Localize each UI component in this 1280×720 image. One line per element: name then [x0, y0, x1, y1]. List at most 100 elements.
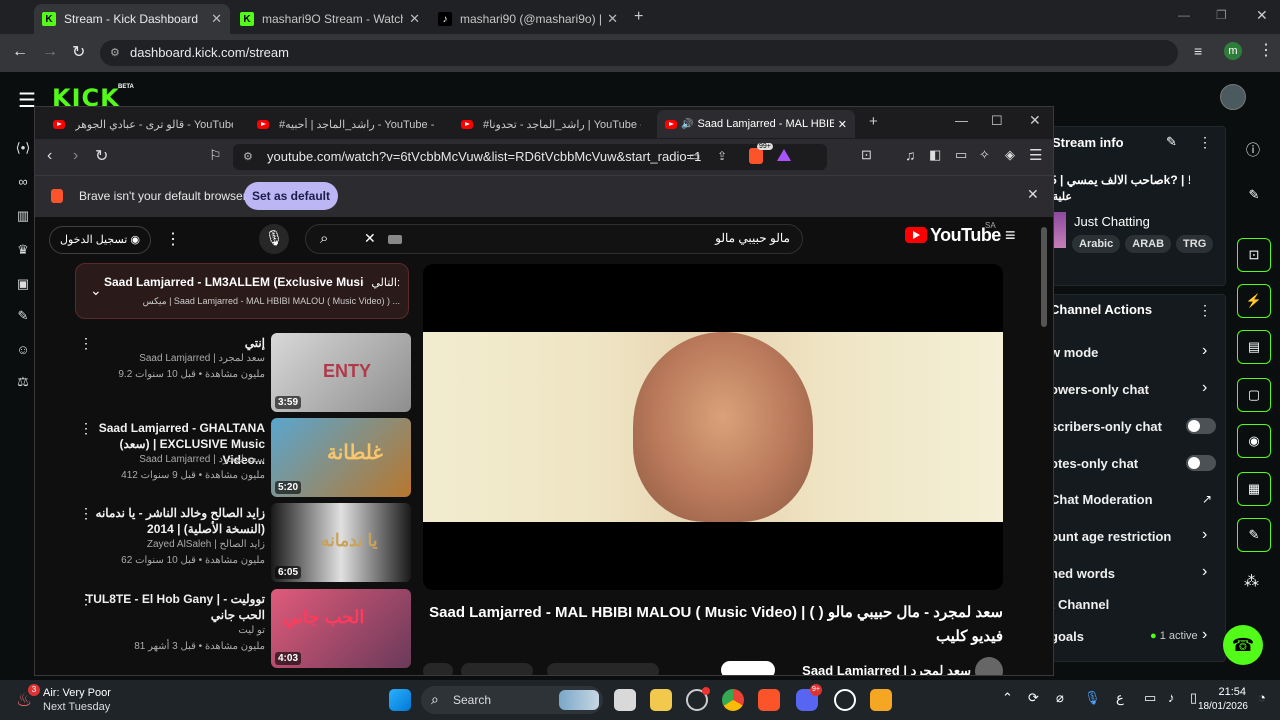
volume-icon[interactable]: ♪ — [1168, 690, 1175, 705]
close-window-button[interactable]: ✕ — [1029, 112, 1041, 129]
channel-name[interactable]: Saad Lamjarred | سعد لمجرد — [65, 353, 265, 364]
sidebar-icon[interactable]: ◧ — [929, 147, 941, 163]
reload-icon[interactable]: ↻ — [72, 42, 85, 62]
menu-icon[interactable]: ☰ — [1029, 146, 1042, 164]
chevron-right-icon[interactable]: › — [1202, 342, 1207, 360]
microphone-icon[interactable]: 🎙 — [1084, 690, 1101, 706]
maximize-button[interactable]: ☐ — [991, 113, 1003, 129]
weather-line2[interactable]: Next Tuesday — [43, 701, 110, 713]
share-icon[interactable]: ⇪ — [717, 149, 727, 163]
settings-gear-icon[interactable] — [834, 689, 856, 711]
search-box[interactable]: ⌕ ✕ مالو حبيبي مالو — [305, 224, 803, 254]
profile-avatar[interactable]: m — [1224, 42, 1242, 60]
bookmark-icon[interactable]: ⚐ — [209, 147, 222, 164]
info-icon[interactable]: ⓘ — [1246, 140, 1260, 160]
share-button[interactable] — [461, 663, 533, 675]
search-icon[interactable]: ⌕ — [320, 230, 328, 247]
close-window-button[interactable]: ✕ — [1256, 7, 1268, 24]
brave-address-bar[interactable]: ⚙ youtube.com/watch?v=6tVcbbMcVuw&list=R… — [233, 144, 827, 170]
tab-tiktok[interactable]: ♪ mashari90 (@mashari9o) | TikTo ✕ — [430, 4, 626, 34]
guide-menu-icon[interactable]: ≡ — [1005, 225, 1016, 246]
brave-tab-active[interactable]: 🔊 Saad Lamjarred - MAL HBIBI M ✕ — [657, 110, 855, 138]
file-explorer-icon[interactable] — [650, 689, 672, 711]
new-tab-button[interactable]: + — [869, 113, 878, 130]
leo-ai-icon[interactable]: ✧ — [979, 147, 990, 163]
banned-words-row[interactable]: ned words — [1050, 566, 1220, 581]
lightning-button[interactable]: ⚡ — [1237, 284, 1271, 318]
keyboard-icon[interactable] — [388, 235, 402, 244]
moderation-icon[interactable]: ⚖ — [10, 374, 36, 396]
language-indicator[interactable]: ع — [1116, 690, 1124, 706]
wrench-icon[interactable]: ✎ — [10, 308, 36, 330]
address-bar[interactable]: ⚙ dashboard.kick.com/stream — [100, 40, 1178, 66]
slow-mode-row[interactable]: w mode — [1050, 345, 1220, 360]
analytics-icon[interactable]: ▥ — [10, 208, 36, 230]
channel-name[interactable]: Zayed AlSaleh | زايد الصالح — [65, 539, 265, 550]
brave-tab[interactable]: قالو ترى - عبادي الجوهر - YouTube — [45, 110, 241, 138]
related-video[interactable]: ⋮ إنتي Saad Lamjarred | سعد لمجرد 9.2 مل… — [75, 333, 411, 413]
related-video[interactable]: ⋮ TUL8TE - El Hob Gany | - تووليت الحب ج… — [75, 589, 411, 669]
video-title[interactable]: زايد الصالح وخالد الناشر - يا ندمانه (ال… — [75, 505, 265, 537]
chevron-right-icon[interactable]: › — [1202, 526, 1207, 544]
more-icon[interactable]: ⋮ — [165, 229, 181, 249]
new-tab-button[interactable]: + — [634, 8, 643, 26]
related-video[interactable]: ⋮ زايد الصالح وخالد الناشر - يا ندمانه (… — [75, 503, 411, 583]
reader-icon[interactable]: ⊡ — [861, 147, 872, 163]
network-icon[interactable]: ▭ — [1144, 690, 1156, 706]
task-view-icon[interactable] — [614, 689, 636, 711]
video-player[interactable] — [423, 264, 1003, 590]
sync-icon[interactable]: ⟳ — [1028, 690, 1039, 706]
related-video[interactable]: ⋮ Saad Lamjarred - GHALTANA (سعد) | EXCL… — [75, 418, 411, 498]
media-controls-icon[interactable]: ≡ — [1194, 43, 1202, 59]
brave-rewards-icon[interactable] — [777, 149, 791, 161]
voice-search-icon[interactable]: 🎙 — [259, 224, 289, 254]
close-icon[interactable]: ✕ — [607, 11, 618, 27]
video-title[interactable]: إنتي — [75, 335, 265, 351]
app-icon[interactable] — [870, 689, 892, 711]
stream-icon[interactable]: ⟨•⟩ — [10, 140, 36, 162]
close-icon[interactable]: ✕ — [838, 118, 847, 131]
users-icon[interactable]: ☺ — [10, 342, 36, 364]
category-name[interactable]: Just Chatting — [1074, 214, 1150, 229]
minimize-button[interactable]: — — [1178, 8, 1190, 22]
channel-avatar[interactable] — [975, 657, 1003, 675]
video-title[interactable]: TUL8TE - El Hob Gany | - تووليت الحب جان… — [75, 591, 265, 623]
edit-layout-button[interactable]: ✎ — [1237, 178, 1271, 212]
more-icon[interactable]: ⋮ — [1198, 302, 1212, 319]
more-icon[interactable]: ⋮ — [1198, 134, 1212, 151]
age-restriction-row[interactable]: ount age restriction — [1050, 529, 1220, 544]
sign-in-button[interactable]: تسجيل الدخول ◉ — [49, 226, 152, 254]
chevron-right-icon[interactable]: › — [1202, 626, 1207, 644]
youtube-logo-icon[interactable] — [905, 227, 927, 243]
apps-icon[interactable]: ⁂ — [1244, 572, 1259, 590]
channel-name[interactable]: تو ليت — [65, 625, 265, 636]
close-icon[interactable]: ✕ — [211, 11, 222, 27]
subscribers-only-toggle[interactable] — [1186, 418, 1216, 434]
wallet-icon[interactable]: ▭ — [955, 147, 967, 163]
edit-icon[interactable]: ✎ — [1166, 134, 1177, 150]
close-icon[interactable]: ✕ — [1027, 186, 1039, 203]
set-as-default-button[interactable]: Set as default — [244, 182, 338, 210]
camera-button[interactable]: ⊡ — [1237, 238, 1271, 272]
like-button[interactable] — [547, 663, 659, 675]
tab-kick-dashboard[interactable]: K Stream - Kick Dashboard ✕ — [34, 4, 230, 34]
layout-button[interactable]: ▦ — [1237, 472, 1271, 506]
bluetooth-off-icon[interactable]: ⌀ — [1056, 690, 1064, 706]
more-actions-button[interactable] — [423, 663, 453, 675]
clock-time[interactable]: 21:54 — [1210, 686, 1246, 698]
followers-only-row[interactable]: owers-only chat — [1050, 382, 1220, 397]
forward-icon[interactable]: → — [42, 43, 58, 61]
channel-name[interactable]: Saad Lamjarred | سعد لمجرد — [795, 663, 971, 675]
subscribe-button[interactable] — [721, 661, 775, 675]
chevron-right-icon[interactable]: › — [1202, 379, 1207, 397]
brave-tab[interactable]: #راشد_الماجد - تحدونا | YouTube - ajid — [453, 110, 649, 138]
vpn-icon[interactable]: ◈ — [1005, 147, 1015, 163]
media-icon[interactable]: ▣ — [10, 276, 36, 298]
chevron-right-icon[interactable]: › — [1202, 563, 1207, 581]
forward-icon[interactable]: › — [73, 147, 78, 165]
broadcast-button[interactable]: ◉ — [1237, 424, 1271, 458]
user-avatar[interactable] — [1220, 84, 1246, 110]
scrollbar-thumb[interactable] — [1041, 227, 1047, 327]
reload-icon[interactable]: ↻ — [95, 146, 108, 166]
menu-kebab-icon[interactable]: ⋮ — [1258, 40, 1274, 60]
